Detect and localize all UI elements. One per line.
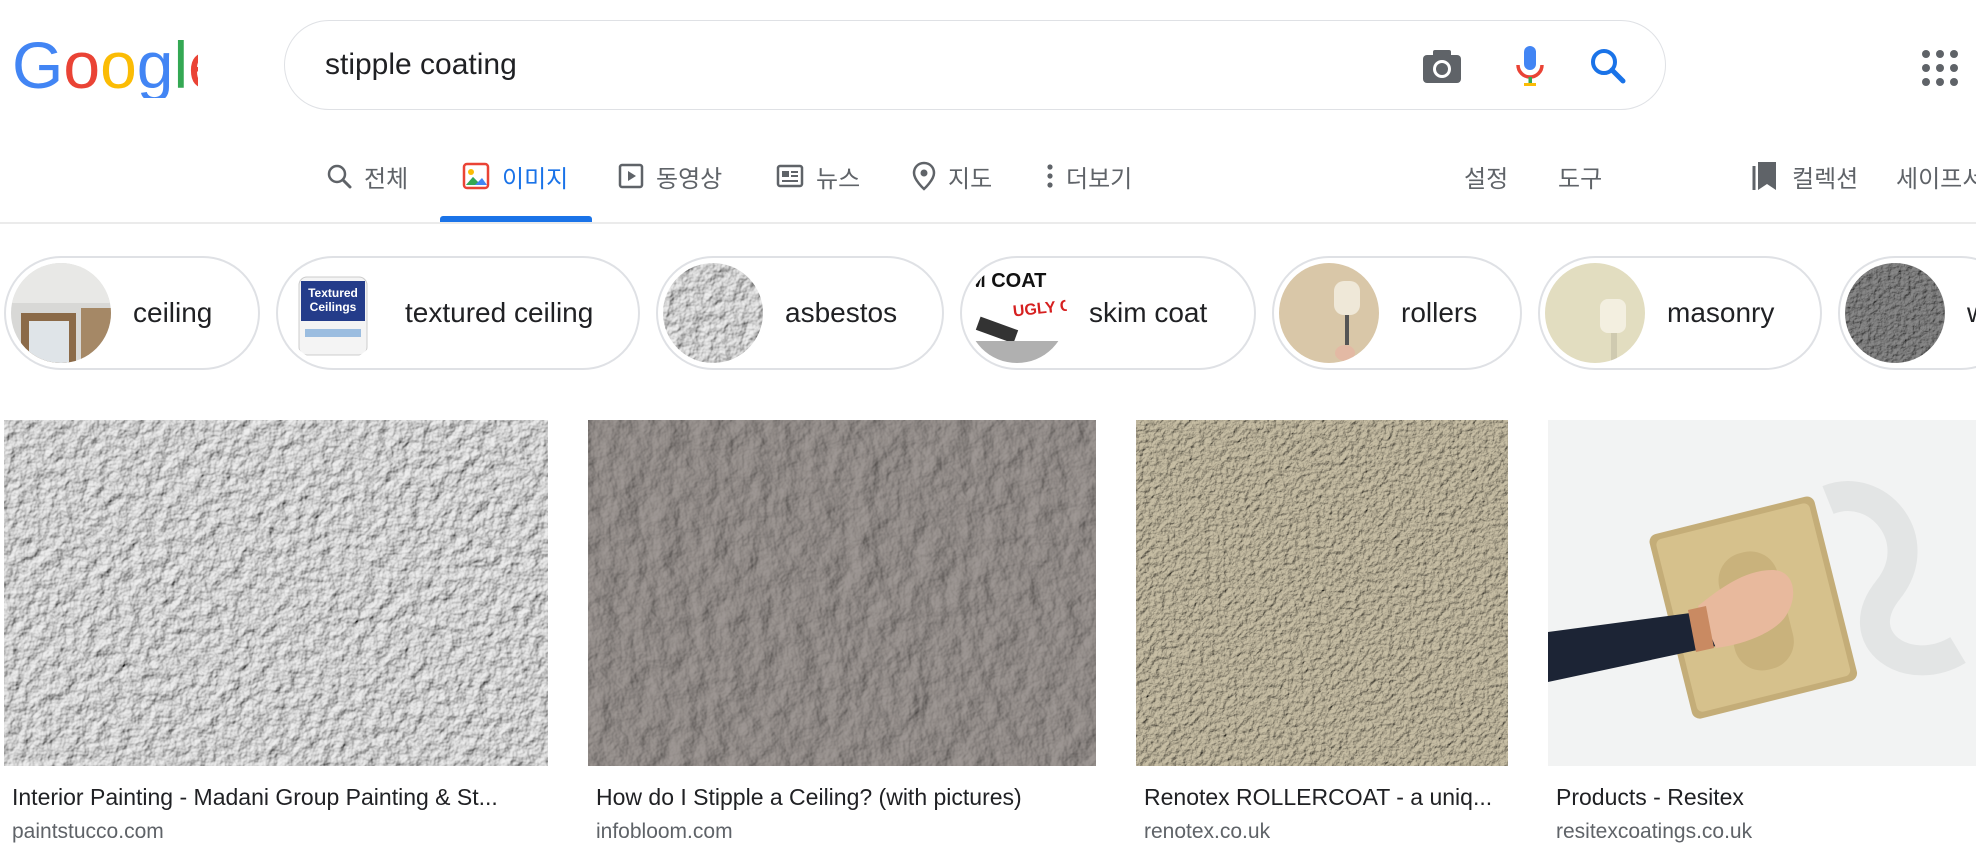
chip-skim-coat[interactable]: M COAT UGLY CE skim coat (960, 256, 1256, 370)
chip-next[interactable]: w (1838, 256, 1976, 370)
tab-label: 전체 (364, 165, 409, 193)
microphone-icon[interactable] (1507, 43, 1553, 89)
settings-link[interactable]: 설정 (1464, 156, 1508, 196)
chip-label: masonry (1667, 297, 1775, 328)
chip-label: rollers (1401, 297, 1478, 328)
result-image[interactable] (1548, 420, 1976, 766)
safesearch-label: 세이프서 (1896, 165, 1976, 193)
svg-text:Google: Google (12, 30, 198, 98)
news-icon (776, 164, 804, 188)
result-title[interactable]: Renotex ROLLERCOAT - a uniq... (1144, 784, 1506, 811)
tab-all[interactable]: 전체 (326, 156, 408, 196)
tab-label: 이미지 (502, 165, 569, 193)
search-box (284, 20, 1666, 110)
chip-label: textured ceiling (405, 297, 594, 328)
chip-label: skim coat (1089, 297, 1208, 328)
video-icon (618, 163, 644, 189)
chip-label: asbestos (785, 297, 898, 328)
chip-rollers[interactable]: rollers (1272, 256, 1522, 370)
chip-asbestos[interactable]: asbestos (656, 256, 944, 370)
tab-label: 지도 (948, 165, 993, 193)
tools-link[interactable]: 도구 (1558, 156, 1602, 196)
result-image[interactable] (1136, 420, 1508, 766)
tab-label: 뉴스 (816, 165, 861, 193)
image-icon (462, 162, 490, 190)
settings-label: 설정 (1464, 165, 1509, 193)
more-vert-icon (1047, 164, 1053, 188)
svg-text:Textured: Textured (308, 286, 358, 300)
chip-thumbnail (663, 263, 763, 363)
result-title[interactable]: Interior Painting - Madani Group Paintin… (12, 784, 544, 811)
chip-masonry[interactable]: masonry (1538, 256, 1822, 370)
result-image[interactable] (588, 420, 1096, 766)
svg-text:Ceilings: Ceilings (310, 300, 357, 314)
google-logo[interactable]: Google (12, 30, 198, 98)
chip-thumbnail: M COAT UGLY CE (967, 263, 1067, 363)
tab-images[interactable]: 이미지 (462, 156, 568, 196)
map-pin-icon (912, 161, 936, 191)
search-icon (327, 164, 352, 189)
collections-link[interactable]: 컬렉션 (1752, 156, 1858, 196)
chip-thumbnail (11, 263, 111, 363)
tab-maps[interactable]: 지도 (912, 156, 992, 196)
search-input[interactable] (325, 41, 1325, 89)
tab-news[interactable]: 뉴스 (776, 156, 860, 196)
svg-text:M COAT: M COAT (969, 270, 1046, 292)
apps-grid-icon[interactable] (1920, 48, 1960, 88)
chip-thumbnail (1545, 263, 1645, 363)
chip-thumbnail (1845, 263, 1945, 363)
tools-label: 도구 (1558, 165, 1603, 193)
result-site[interactable]: resitexcoatings.co.uk (1556, 820, 1752, 844)
chip-label: ceiling (133, 297, 213, 328)
chip-thumbnail: Textured Ceilings (283, 263, 383, 363)
search-icon[interactable] (1585, 43, 1631, 89)
tab-more[interactable]: 더보기 (1046, 156, 1132, 196)
tab-label: 더보기 (1066, 165, 1133, 193)
search-tabs: 전체 이미지 동영상 뉴스 지도 더보기 설정 도구 컬렉션 세이프서 (0, 140, 1976, 222)
safesearch-link[interactable]: 세이프서 (1896, 156, 1976, 196)
chip-thumbnail (1279, 263, 1379, 363)
collections-label: 컬렉션 (1792, 165, 1859, 193)
result-title[interactable]: Products - Resitex (1556, 784, 1976, 811)
header-divider (0, 222, 1976, 224)
result-site[interactable]: infobloom.com (596, 820, 733, 844)
chip-textured-ceiling[interactable]: Textured Ceilings textured ceiling (276, 256, 640, 370)
chip-label: w (1967, 297, 1976, 329)
chip-ceiling[interactable]: ceiling (4, 256, 260, 370)
tab-videos[interactable]: 동영상 (618, 156, 722, 196)
result-title[interactable]: How do I Stipple a Ceiling? (with pictur… (596, 784, 1096, 811)
bookmark-icon (1752, 162, 1776, 190)
result-image[interactable] (4, 420, 548, 766)
camera-icon[interactable] (1419, 43, 1465, 89)
tab-label: 동영상 (656, 165, 723, 193)
result-site[interactable]: renotex.co.uk (1144, 820, 1270, 844)
result-site[interactable]: paintstucco.com (12, 820, 164, 844)
